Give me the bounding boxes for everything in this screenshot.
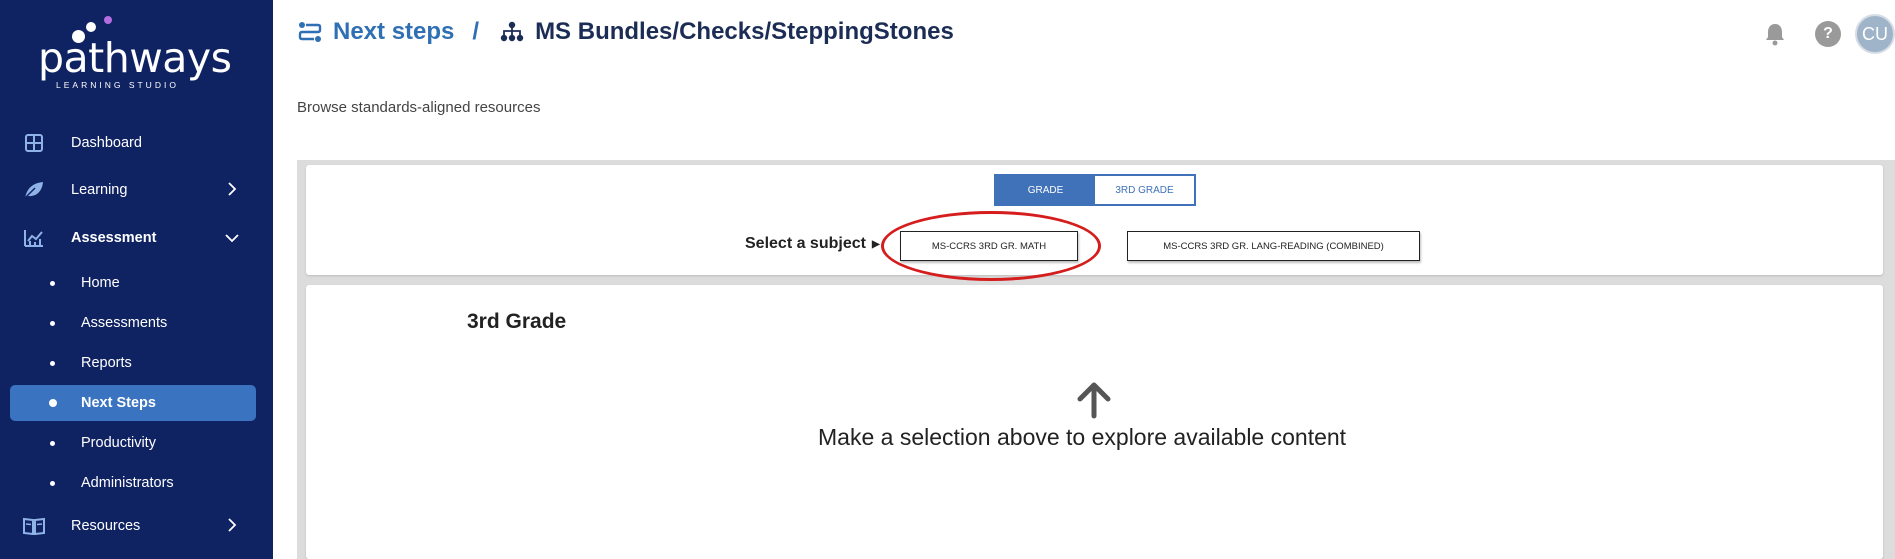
caret-right-icon: ▶: [871, 238, 880, 250]
sidebar-subitem-home[interactable]: Home: [10, 265, 256, 301]
breadcrumb-current: MS Bundles/Checks/SteppingStones: [535, 18, 954, 45]
toggle-3rd-grade[interactable]: 3RD GRADE: [1095, 176, 1194, 204]
bullet-icon: [50, 360, 55, 366]
toggle-grade[interactable]: GRADE: [996, 176, 1095, 204]
empty-state-message: Make a selection above to explore availa…: [818, 424, 1347, 450]
sidebar-item-label: Assessment: [71, 230, 157, 246]
select-subject-label: Select a subject ▶: [745, 235, 880, 253]
header-actions: ? CU: [1761, 14, 1895, 54]
sidebar-subitem-productivity[interactable]: Productivity: [10, 425, 256, 461]
leaf-icon: [23, 179, 45, 201]
sidebar-subitem-label: Administrators: [81, 475, 174, 491]
logo-dot: [86, 22, 96, 32]
top-header: Next steps / MS Bundles/Checks/SteppingS…: [273, 0, 1895, 70]
avatar[interactable]: CU: [1855, 14, 1895, 54]
bullet-icon: [50, 280, 55, 286]
logo-dot: [104, 16, 112, 24]
sidebar-item-assessment[interactable]: Assessment: [10, 220, 256, 256]
steps-icon: [297, 19, 323, 45]
bullet-icon: [50, 480, 55, 486]
grade-toggle: GRADE 3RD GRADE: [994, 174, 1196, 206]
page-subtitle: Browse standards-aligned resources: [297, 99, 541, 116]
sidebar-subitem-label: Productivity: [81, 435, 156, 451]
arrow-up-icon: [1074, 380, 1114, 420]
bell-icon[interactable]: [1761, 20, 1789, 48]
sidebar-subitem-administrators[interactable]: Administrators: [10, 465, 256, 501]
logo-wordmark: pathways: [38, 34, 232, 82]
chevron-down-icon: [222, 230, 242, 246]
sidebar-subitem-next-steps[interactable]: Next Steps: [10, 385, 256, 421]
chevron-right-icon: [222, 181, 242, 199]
grade-heading: 3rd Grade: [467, 310, 567, 333]
sidebar-subitem-label: Reports: [81, 355, 132, 371]
sidebar-item-dashboard[interactable]: Dashboard: [10, 125, 256, 161]
sidebar-item-label: Dashboard: [71, 135, 142, 151]
select-subject-text: Select a subject: [745, 235, 866, 252]
pathways-logo[interactable]: pathways LEARNING STUDIO: [38, 12, 238, 90]
help-icon[interactable]: ?: [1815, 21, 1841, 47]
sidebar-item-label: Resources: [71, 518, 141, 534]
breadcrumb-separator: /: [472, 18, 480, 45]
breadcrumb-next-steps[interactable]: Next steps: [333, 18, 454, 46]
sidebar-item-learning[interactable]: Learning: [10, 172, 256, 208]
sidebar: pathways LEARNING STUDIO Dashboard Learn…: [0, 0, 273, 559]
chevron-right-icon: [222, 517, 242, 535]
book-icon: [23, 515, 45, 537]
hierarchy-icon: [499, 19, 525, 45]
sidebar-subitem-label: Home: [81, 275, 120, 291]
sidebar-item-label: Learning: [71, 182, 128, 198]
sidebar-subitem-label: Assessments: [81, 315, 168, 331]
bullet-icon: [50, 320, 55, 326]
sidebar-item-resources[interactable]: Resources: [10, 508, 256, 544]
sidebar-subitem-assessments[interactable]: Assessments: [10, 305, 256, 341]
logo-subtext: LEARNING STUDIO: [56, 80, 179, 90]
bullet-icon: [49, 399, 57, 407]
bullet-icon: [50, 440, 55, 446]
subject-button-lang-reading[interactable]: MS-CCRS 3RD GR. LANG-READING (COMBINED): [1127, 231, 1420, 261]
breadcrumb: Next steps / MS Bundles/Checks/SteppingS…: [297, 18, 954, 46]
sidebar-subitem-label: Next Steps: [81, 395, 156, 411]
dashboard-icon: [23, 132, 45, 154]
sidebar-subitem-reports[interactable]: Reports: [10, 345, 256, 381]
chart-icon: [23, 227, 45, 249]
highlight-annotation: [881, 211, 1101, 281]
